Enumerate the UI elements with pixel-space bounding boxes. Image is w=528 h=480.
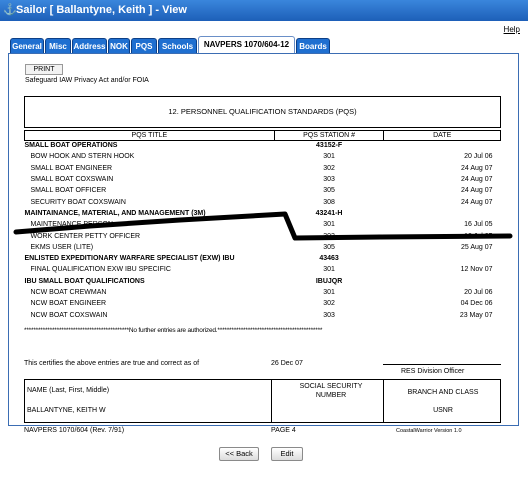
table-row: BOW HOOK AND STERN HOOK 301 20 Jul 06 [25, 152, 501, 163]
pqs-title-cell: MAINTAINANCE, MATERIAL, AND MANAGEMENT (… [24, 209, 206, 217]
certify-date: 26 Dec 07 [271, 360, 303, 367]
date-cell: 10 Jul 05 [464, 232, 493, 240]
station-cell: 301 [323, 153, 335, 161]
form-number: NAVPERS 1070/604 (Rev. 7/91) [24, 427, 125, 434]
identity-block: NAME (Last, First, Middle) BALLANTYNE, K… [24, 379, 501, 423]
station-cell: 301 [323, 221, 335, 229]
station-cell: 305 [323, 243, 335, 251]
pqs-table: PQS TITLE PQS STATION # DATE SMALL BOAT … [24, 130, 501, 321]
col-header-title: PQS TITLE [24, 130, 275, 141]
table-row: NCW BOAT CREWMAN 301 20 Jul 06 [25, 287, 501, 298]
back-button[interactable]: << Back [219, 447, 259, 461]
table-row: SMALL BOAT COXSWAIN 303 24 Aug 07 [25, 174, 501, 185]
station-cell: 301 [323, 289, 335, 296]
pqs-title-cell: FINAL QUALIFICATION EXW IBU SPECIFIC [30, 266, 171, 274]
date-cell: 16 Jul 05 [464, 221, 493, 229]
tab-boards[interactable]: Boards [296, 38, 330, 53]
privacy-notice: Safeguard IAW Privacy Act and/or FOIA [25, 77, 149, 84]
table-row: EKMS USER (LITE) 305 25 Aug 07 [25, 242, 501, 253]
tab-schools[interactable]: Schools [158, 38, 197, 53]
table-row: NCW BOAT ENGINEER 302 04 Dec 06 [25, 299, 501, 310]
station-cell: IBUJQR [315, 277, 343, 285]
table-row: FINAL QUALIFICATION EXW IBU SPECIFIC 301 1… [25, 265, 501, 276]
ssn-label-2: NUMBER [315, 392, 347, 399]
tab-navpers[interactable]: NAVPERS 1070/604-12 [198, 36, 295, 54]
pqs-title-cell: SECURITY BOAT COXSWAIN [30, 198, 126, 206]
tab-nok[interactable]: NOK [108, 38, 130, 53]
date-cell [384, 253, 501, 264]
anchor-icon: ⚓ [3, 4, 17, 16]
version-label: CoastalWarrior Version 1.0 [396, 428, 462, 434]
tab-general[interactable]: General [10, 38, 44, 53]
pqs-title-cell: WORK CENTER PETTY OFFICER [30, 232, 141, 240]
station-cell: 303 [323, 311, 335, 319]
date-cell: 23 May 07 [459, 311, 493, 319]
pqs-title-cell: ENLISTED EXPEDITIONARY WARFARE SPECIALIS… [24, 255, 235, 263]
station-cell: 43241-H [315, 209, 343, 217]
station-cell: 43152-F [316, 142, 343, 150]
tab-content-frame: PRINT Safeguard IAW Privacy Act and/or F… [8, 53, 519, 434]
date-cell: 24 Aug 07 [460, 187, 493, 195]
divider [271, 380, 272, 422]
print-button[interactable]: PRINT [25, 64, 63, 75]
signature-line [383, 364, 501, 365]
table-row: SMALL BOAT ENGINEER 302 24 Aug 07 [25, 163, 501, 174]
pqs-title-cell: NCW BOAT CREWMAN [30, 289, 107, 296]
station-cell: 302 [323, 300, 335, 308]
table-row: MAINTENANCE PERSON 301 16 Jul 05 [25, 220, 501, 231]
category-row: IBU SMALL BOAT QUALIFICATIONS IBUJQR [25, 276, 501, 287]
date-cell [384, 141, 501, 152]
date-cell: 12 Nov 07 [460, 266, 493, 274]
category-row: MAINTAINANCE, MATERIAL, AND MANAGEMENT (… [25, 208, 501, 219]
station-cell: 302 [323, 232, 335, 240]
station-cell: 305 [323, 187, 335, 195]
station-cell: 301 [323, 266, 335, 274]
date-cell [384, 208, 501, 219]
tab-misc[interactable]: Misc [45, 38, 71, 53]
pqs-title-cell: SMALL BOAT OFFICER [30, 187, 107, 195]
pqs-title-cell: NCW BOAT ENGINEER [30, 300, 107, 308]
window-titlebar: ⚓ Sailor [ Ballantyne, Keith ] - View [0, 0, 528, 21]
pqs-title-cell: BOW HOOK AND STERN HOOK [30, 153, 135, 161]
window-title: Sailor [ Ballantyne, Keith ] - View [16, 4, 187, 16]
table-row: WORK CENTER PETTY OFFICER 302 10 Jul 05 [25, 231, 501, 242]
table-row: SECURITY BOAT COXSWAIN 308 24 Aug 07 [25, 197, 501, 208]
pqs-title-cell: SMALL BOAT ENGINEER [30, 164, 113, 172]
divider [383, 380, 384, 422]
station-cell: 303 [323, 176, 335, 184]
date-cell: 25 Aug 07 [460, 243, 493, 251]
no-further-entries: ****************************************… [24, 327, 323, 334]
station-cell: 308 [323, 198, 335, 206]
pqs-title-cell: SMALL BOAT COXSWAIN [30, 176, 114, 184]
category-row: ENLISTED EXPEDITIONARY WARFARE SPECIALIS… [25, 253, 501, 264]
date-cell [384, 276, 501, 287]
station-cell: 302 [323, 164, 335, 172]
res-officer-label: RES Division Officer [401, 368, 465, 375]
help-link[interactable]: Help [504, 25, 520, 34]
tab-address[interactable]: Address [72, 38, 107, 53]
date-cell: 04 Dec 06 [460, 300, 493, 308]
station-cell: 43463 [319, 255, 339, 263]
date-cell: 20 Jul 06 [464, 289, 493, 296]
pqs-title-cell: MAINTENANCE PERSON [30, 221, 113, 229]
category-row: SMALL BOAT OPERATIONS 43152-F [25, 141, 501, 152]
edit-button[interactable]: Edit [271, 447, 303, 461]
pqs-title-cell: IBU SMALL BOAT QUALIFICATIONS [24, 277, 145, 285]
pqs-title-cell: SMALL BOAT OPERATIONS [24, 142, 118, 150]
date-cell: 24 Aug 07 [460, 198, 493, 206]
col-header-date: DATE [383, 130, 501, 141]
pqs-title-cell: EKMS USER (LITE) [30, 243, 94, 251]
table-row: NCW BOAT COXSWAIN 303 23 May 07 [25, 310, 501, 321]
section-title: 12. PERSONNEL QUALIFICATION STANDARDS (P… [24, 96, 501, 128]
date-cell: 24 Aug 07 [460, 164, 493, 172]
certify-text: This certifies the above entries are tru… [24, 360, 200, 367]
tab-pqs[interactable]: PQS [131, 38, 157, 53]
date-cell: 24 Aug 07 [460, 176, 493, 184]
date-cell: 20 Jul 06 [464, 153, 493, 161]
table-row: SMALL BOAT OFFICER 305 24 Aug 07 [25, 186, 501, 197]
pqs-title-cell: NCW BOAT COXSWAIN [30, 311, 108, 319]
page-number: PAGE 4 [271, 427, 296, 434]
col-header-station: PQS STATION # [273, 130, 385, 141]
